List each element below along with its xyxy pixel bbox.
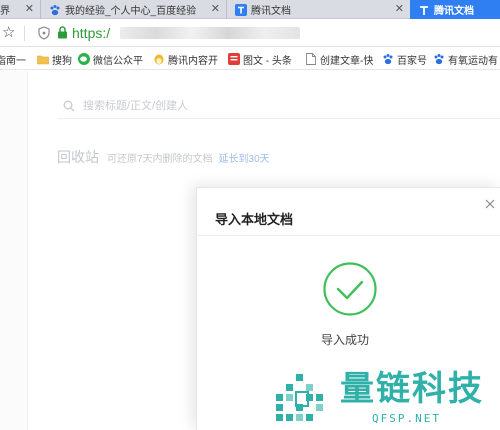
bookmark-label: 搜狗	[52, 55, 72, 67]
folder-icon	[37, 53, 49, 65]
toutiao-icon	[228, 53, 240, 65]
dialog-title: 导入本地文档	[215, 212, 294, 227]
search-input[interactable]	[83, 99, 463, 112]
tab-baidu-experience[interactable]: 我的经验_个人中心_百度经验 ✕	[40, 0, 226, 19]
page-title: 回收站	[57, 149, 99, 165]
baidu-paw-icon	[49, 4, 61, 16]
tab-close-button[interactable]: ✕	[25, 2, 34, 16]
tab-label: 腾讯文档	[251, 6, 291, 17]
wechat-icon	[78, 53, 90, 65]
bookmark-label: 腾讯内容开	[168, 55, 218, 67]
close-icon[interactable]	[484, 197, 496, 209]
tab-close-button[interactable]: ✕	[211, 2, 220, 16]
bookmark-label: 微信公众平	[93, 55, 143, 67]
watermark-site: QFSP.NET	[372, 412, 441, 425]
tab-label: 界	[0, 6, 10, 17]
left-sidebar	[0, 71, 28, 430]
bookmark-baijiahao[interactable]: 百家号	[382, 51, 427, 67]
import-status-text: 导入成功	[320, 333, 369, 347]
tab-label: 我的经验_个人中心_百度经验	[65, 6, 197, 17]
tab-label: 腾讯文档	[434, 6, 474, 17]
tab-close-button[interactable]: ✕	[395, 2, 404, 16]
bookmark-toutiao[interactable]: 图文 - 头条	[228, 51, 292, 67]
tencent-docs-icon	[418, 4, 430, 16]
qr-logo-icon	[274, 372, 334, 430]
shield-icon[interactable]	[38, 26, 50, 45]
browser-tab-strip: 界 ✕ 我的经验_个人中心_百度经验 ✕ 腾讯文档 ✕ 腾讯文档	[0, 0, 500, 19]
watermark-brand: 量链科技	[340, 369, 484, 409]
bookmark-label: 图文 - 头条	[243, 55, 292, 67]
watermark: 量链科技 QFSP.NET	[274, 368, 500, 430]
bookmark-star-icon[interactable]: ☆	[2, 23, 15, 43]
bookmarks-bar: 指南一 搜狗 微信公众平 腾讯内容开 图文 - 头条 创建文章-快 百家号 有氧…	[0, 48, 500, 70]
tencent-docs-icon	[235, 3, 247, 16]
success-check-icon	[322, 261, 378, 322]
tab-partial[interactable]: 界 ✕	[0, 0, 40, 19]
url-redaction	[120, 27, 300, 39]
search-icon	[63, 100, 75, 112]
tab-tencent-docs[interactable]: 腾讯文档 ✕	[226, 0, 410, 19]
recycle-hint: 可还原7天内删除的文档	[107, 154, 213, 165]
tencent-penguin-icon	[153, 53, 165, 65]
bookmark-label: 指南一	[0, 55, 26, 67]
extend-to-30-days-link[interactable]: 延长到30天	[219, 150, 270, 165]
page-icon	[305, 53, 317, 65]
baidu-paw-icon	[382, 53, 394, 65]
address-bar: ☆ https:/	[0, 20, 500, 47]
lock-icon[interactable]	[57, 26, 68, 44]
tab-tencent-docs-active[interactable]: 腾讯文档	[410, 0, 500, 19]
bookmark-create-article[interactable]: 创建文章-快	[305, 51, 373, 67]
bookmark-wechat[interactable]: 微信公众平	[78, 51, 143, 67]
divider	[24, 26, 25, 41]
bookmark-tencent-open[interactable]: 腾讯内容开	[153, 51, 218, 67]
baidu-paw-icon	[433, 53, 445, 65]
bookmark-aerobic[interactable]: 有氧运动有	[433, 51, 498, 67]
bookmark-label: 创建文章-快	[320, 55, 374, 67]
bookmark-label: 百家号	[397, 55, 427, 67]
bookmark-sogou[interactable]: 搜狗	[37, 51, 72, 67]
search-bar[interactable]	[57, 93, 500, 119]
divider	[197, 235, 500, 236]
bookmark-guide[interactable]: 指南一	[0, 51, 26, 67]
recycle-bin-header: 回收站 可还原7天内删除的文档 延长到30天	[57, 147, 270, 167]
bookmark-label: 有氧运动有	[448, 55, 498, 67]
